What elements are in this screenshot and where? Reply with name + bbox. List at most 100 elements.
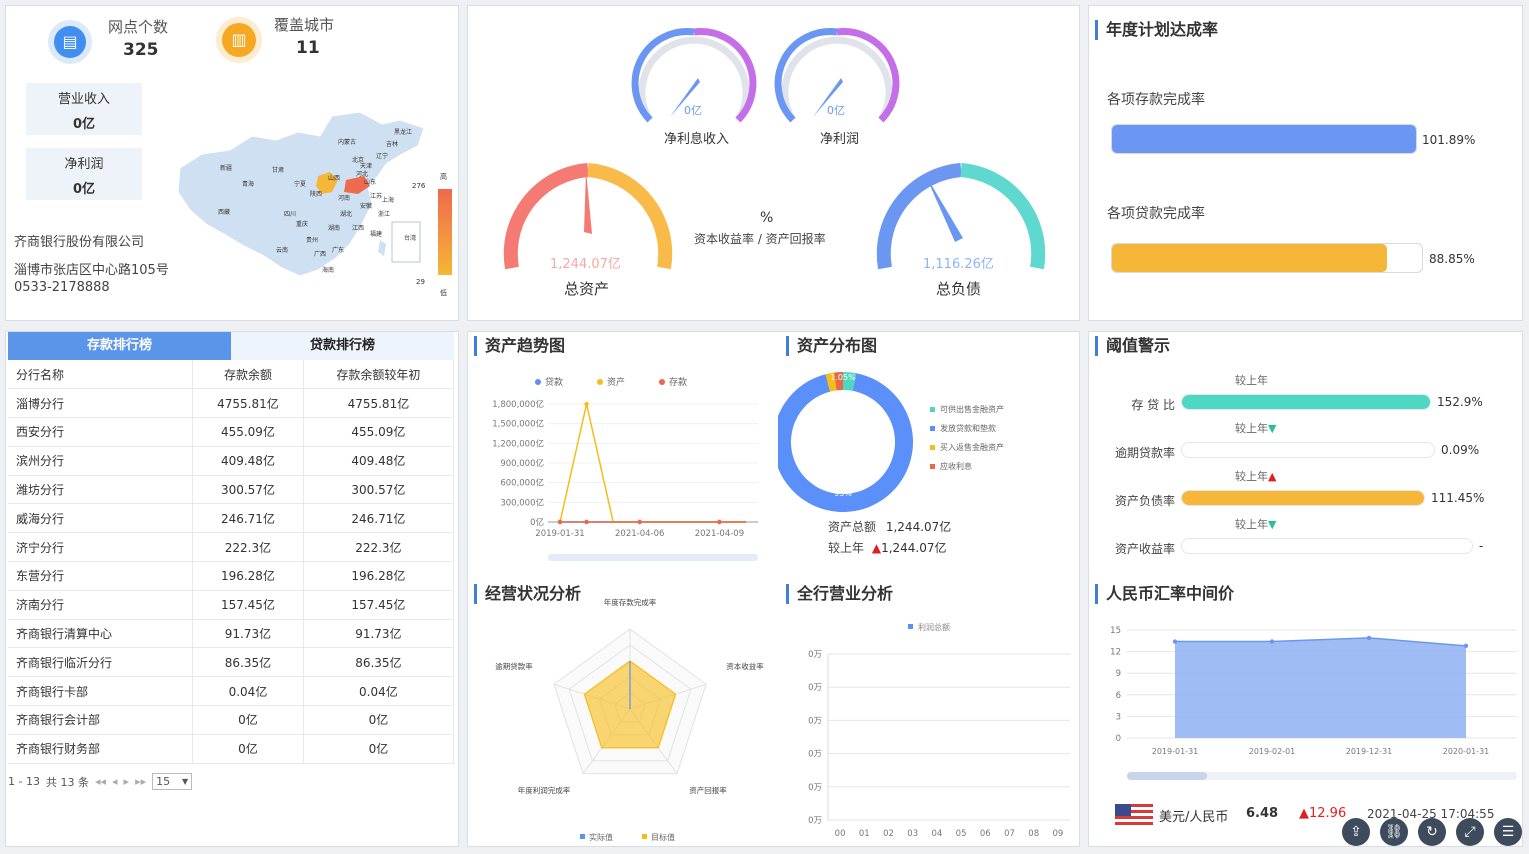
gauge-net-interest xyxy=(631,28,757,123)
page-size-select[interactable]: 15 ▼ xyxy=(152,773,193,790)
compare-arrow: ▲ xyxy=(1268,470,1277,483)
table-cell: 246.71亿 xyxy=(303,503,455,534)
asset-trend-chart[interactable]: 贷款 资产 存款 1,800,000亿 1,500,000亿 1,200,000亿 900,… xyxy=(468,362,768,572)
table-row[interactable]: 西安分行 455.09亿 455.09亿 xyxy=(8,417,455,447)
table-row[interactable]: 齐商银行财务部 0亿 0亿 xyxy=(8,734,455,764)
map-province-label: 广东 xyxy=(332,246,344,254)
legend-label: 买入返售金融资产 xyxy=(940,442,1004,452)
cities-label: 覆盖城市 xyxy=(274,16,335,34)
table-row[interactable]: 齐商银行卡部 0.04亿 0.04亿 xyxy=(8,676,455,707)
y-tick-label: 1,500,000亿 xyxy=(492,419,544,430)
compare-arrow: ▼ xyxy=(1268,518,1277,531)
table-row[interactable]: 齐商银行清算中心 91.73亿 91.73亿 xyxy=(8,619,455,649)
asset-prev-arrow: ▲ xyxy=(871,541,882,555)
revenue-card: 营业收入 0亿 xyxy=(26,83,142,135)
threshold-bar-track xyxy=(1181,394,1431,410)
fx-rate: 6.48 xyxy=(1246,806,1279,821)
legend-marker xyxy=(930,426,935,431)
y-tick-label: 0万 xyxy=(808,683,822,693)
compare-arrow: ▼ xyxy=(1268,422,1277,435)
pager-prev-button[interactable]: ◂ xyxy=(112,775,118,788)
y-tick-label: 1,200,000亿 xyxy=(492,438,544,449)
table-cell: 0亿 xyxy=(192,705,304,735)
business-bar-chart[interactable]: 利润总额 0万 0万 0万 0万 0万 0万 00 01 02 03 04 05 06 07 08 09 xyxy=(778,614,1078,846)
map-province-label: 河北 xyxy=(356,170,368,178)
y-tick-label: 0万 xyxy=(808,783,822,793)
pager-first-button[interactable]: ◂◂ xyxy=(95,775,106,788)
map-province-label: 浙江 xyxy=(378,210,390,218)
map-province-label: 重庆 xyxy=(296,220,308,228)
table-cell: 157.45亿 xyxy=(192,590,304,620)
center-panel: 资产趋势图 资产分布图 经营状况分析 全行营业分析 贷款 资产 存款 1,800,00… xyxy=(467,331,1080,847)
map-province-label: 四川 xyxy=(284,211,296,218)
table-row[interactable]: 济南分行 157.45亿 157.45亿 xyxy=(8,590,455,620)
threshold-value: 152.9% xyxy=(1437,395,1483,409)
asset-total-label: 资产总额 xyxy=(828,520,877,534)
fx-area-chart[interactable]: 15 12 9 6 3 0 2019-01-31 2019-02-01 2019-12-31 20… xyxy=(1089,612,1521,792)
china-map[interactable]: 黑龙江吉林辽宁内蒙古北京天津河北山西山东陕西宁夏甘肃青海新疆西藏 四川重庆河南湖北… xyxy=(172,106,434,286)
threshold-compare: 较上年 xyxy=(1235,372,1268,388)
share-button[interactable]: ⇪ xyxy=(1342,818,1370,846)
table-cell: 300.57亿 xyxy=(192,475,304,505)
y-tick-label: 900,000亿 xyxy=(500,458,544,469)
data-point xyxy=(1269,639,1275,644)
fx-scroll-handle[interactable] xyxy=(1127,772,1207,780)
asset-prev: 较上年 ▲1,244.07亿 xyxy=(828,539,947,556)
threshold-value: 0.09% xyxy=(1441,443,1480,457)
compare-label: 较上年 xyxy=(1235,422,1268,435)
table-row[interactable]: 滨州分行 409.48亿 409.48亿 xyxy=(8,446,455,476)
business-title: 全行营业分析 xyxy=(786,584,893,604)
table-row[interactable]: 齐商银行临沂分行 86.35亿 86.35亿 xyxy=(8,647,455,678)
link-button[interactable]: ⛓ xyxy=(1380,818,1408,846)
map-province-label: 内蒙古 xyxy=(338,138,356,146)
table-cell: 196.28亿 xyxy=(192,561,304,591)
tab-loan-ranking[interactable]: 贷款排行榜 xyxy=(231,332,454,360)
legend-label: 可供出售金融资产 xyxy=(940,404,1004,414)
x-tick-label: 2019-01-31 xyxy=(1152,747,1199,756)
legend-label: 存款 xyxy=(669,376,687,388)
legend-marker xyxy=(535,379,541,385)
tab-deposit-ranking[interactable]: 存款排行榜 xyxy=(8,332,231,360)
profit-value: 0亿 xyxy=(72,182,96,197)
map-province-label: 福建 xyxy=(370,230,382,238)
company-address: 淄博市张店区中心路105号 xyxy=(14,263,169,278)
table-row[interactable]: 济宁分行 222.3亿 222.3亿 xyxy=(8,532,455,563)
table-cell: 西安分行 xyxy=(8,417,194,447)
y-tick-label: 3 xyxy=(1116,712,1121,722)
map-legend-bar[interactable] xyxy=(438,189,452,275)
table-cell: 0.04亿 xyxy=(303,676,455,707)
revenue-value: 0亿 xyxy=(72,117,96,132)
legend-marker xyxy=(597,379,603,385)
operations-radar-chart[interactable]: 年度存款完成率资本收益率资产回报率 年度利润完成率 逾期贷款率实际值 目标值 xyxy=(468,594,778,846)
refresh-button[interactable]: ↻ xyxy=(1418,818,1446,846)
pager-last-button[interactable]: ▸▸ xyxy=(135,775,146,788)
legend-label: 发放贷款和垫款 xyxy=(940,423,996,433)
table-cell: 齐商银行财务部 xyxy=(8,734,194,764)
table-row[interactable]: 东营分行 196.28亿 196.28亿 xyxy=(8,561,455,591)
table-row[interactable]: 齐商银行会计部 0亿 0亿 xyxy=(8,705,455,735)
legend-marker xyxy=(659,379,665,385)
table-cell: 济宁分行 xyxy=(8,532,194,563)
table-row[interactable]: 潍坊分行 300.57亿 300.57亿 xyxy=(8,475,455,505)
menu-button[interactable]: ☰ xyxy=(1494,818,1522,846)
threshold-bar-track xyxy=(1181,538,1473,554)
table-row[interactable]: 淄博分行 4755.81亿 4755.81亿 xyxy=(8,388,455,419)
table-row[interactable]: 威海分行 246.71亿 246.71亿 xyxy=(8,503,455,534)
asset-prev-value: 1,244.07亿 xyxy=(881,541,947,555)
deposit-bar-fill xyxy=(1112,125,1416,153)
pager-next-button[interactable]: ▸ xyxy=(124,775,130,788)
table-header-cell[interactable]: 存款余额 xyxy=(192,360,304,390)
fx-change: ▲12.96 xyxy=(1299,806,1346,821)
fx-scroll-track[interactable] xyxy=(1127,772,1517,780)
table-cell: 409.48亿 xyxy=(303,446,455,476)
table-header-cell[interactable]: 分行名称 xyxy=(8,360,194,390)
fullscreen-button[interactable]: ⤢ xyxy=(1456,818,1484,846)
table-header-cell[interactable]: 存款余额较年初 xyxy=(303,360,455,390)
map-province-label: 河南 xyxy=(338,194,350,202)
table-cell: 91.73亿 xyxy=(303,619,455,649)
data-point xyxy=(1366,635,1372,641)
x-tick-label: 00 xyxy=(835,829,846,839)
outlets-value: 325 xyxy=(123,40,159,60)
outlets-label: 网点个数 xyxy=(108,18,169,36)
map-province-label: 青海 xyxy=(242,180,254,188)
